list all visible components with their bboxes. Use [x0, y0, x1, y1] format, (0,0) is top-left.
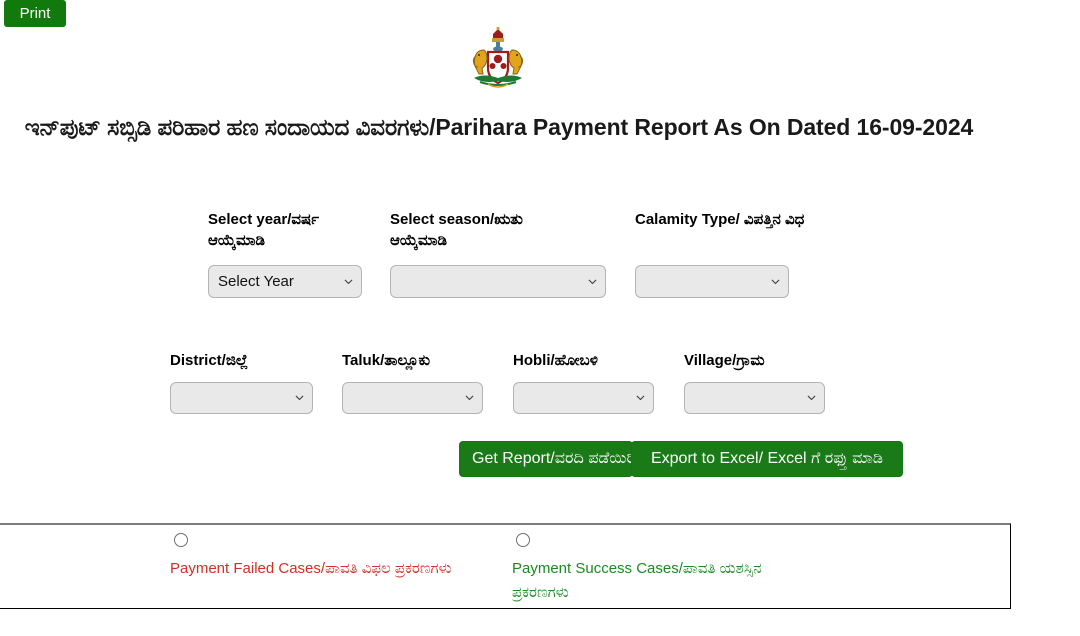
- taluk-dropdown-wrap: [342, 382, 483, 414]
- select-year-dropdown-wrap: Select Year: [208, 265, 362, 298]
- label-select-season: Select season/ಋತು ಆಯ್ಕೆಮಾಡಿ: [390, 211, 523, 249]
- page-title: ಇನ್‌ಪುಟ್ ಸಬ್ಸಿಡಿ ಪರಿಹಾರ ಹಣ ಸಂದಾಯದ ವಿವರಗಳ…: [24, 114, 974, 140]
- payment-success-label: Payment Success Cases/ಪಾವತಿ ಯಶಸ್ಸಿನ ಪ್ರಕ…: [512, 560, 762, 601]
- select-season-dropdown[interactable]: [390, 265, 606, 298]
- export-to-excel-button[interactable]: Export to Excel/ Excel ಗೆ ರಫ್ತು ಮಾಡಿ: [631, 441, 903, 477]
- hobli-dropdown[interactable]: [513, 382, 654, 414]
- select-year-dropdown[interactable]: Select Year: [208, 265, 362, 298]
- label-hobli: Hobli/ಹೋಬಳಿ: [513, 352, 598, 369]
- payment-failed-label: Payment Failed Cases/ಪಾವತಿ ವಿಫಲ ಪ್ರಕರಣಗಳ…: [170, 560, 452, 577]
- hobli-dropdown-wrap: [513, 382, 654, 414]
- label-calamity-type: Calamity Type/ ವಿಪತ್ತಿನ ವಿಧ: [635, 211, 805, 228]
- village-dropdown-wrap: [684, 382, 825, 414]
- label-select-year: Select year/ವರ್ಷ ಆಯ್ಕೆಮಾಡಿ: [208, 211, 319, 249]
- select-season-dropdown-wrap: [390, 265, 606, 298]
- payment-failed-radio[interactable]: [174, 533, 188, 547]
- get-report-button[interactable]: Get Report/ವರದಿ ಪಡೆಯಿರಿ: [459, 441, 633, 477]
- taluk-dropdown[interactable]: [342, 382, 483, 414]
- calamity-type-dropdown-wrap: [635, 265, 789, 298]
- district-dropdown-wrap: [170, 382, 313, 414]
- parihara-payment-report-page: Print: [0, 0, 1080, 636]
- payment-status-options-box: Payment Failed Cases/ಪಾವತಿ ವಿಫಲ ಪ್ರಕರಣಗಳ…: [0, 523, 1011, 609]
- district-dropdown[interactable]: [170, 382, 313, 414]
- label-village: Village/ಗ್ರಾಮ: [684, 352, 765, 369]
- print-button[interactable]: Print: [4, 0, 66, 27]
- karnataka-state-emblem-icon: [470, 26, 526, 92]
- label-district: District/ಜಿಲ್ಲೆ: [170, 352, 249, 369]
- calamity-type-dropdown[interactable]: [635, 265, 789, 298]
- label-taluk: Taluk/ತಾಲ್ಲೂಕು: [342, 352, 431, 369]
- village-dropdown[interactable]: [684, 382, 825, 414]
- payment-success-radio[interactable]: [516, 533, 530, 547]
